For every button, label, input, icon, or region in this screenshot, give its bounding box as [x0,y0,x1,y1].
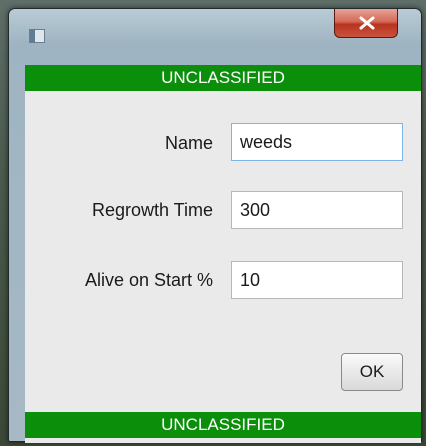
ok-button[interactable]: OK [341,353,403,391]
dialog-content: UNCLASSIFIED Name Regrowth Time Alive on… [25,65,421,443]
name-input[interactable] [231,123,403,161]
regrowth-time-input[interactable] [231,191,403,229]
dialog-window: UNCLASSIFIED Name Regrowth Time Alive on… [8,8,422,443]
regrowth-time-label: Regrowth Time [91,200,213,220]
close-button[interactable] [334,9,398,38]
alive-on-start-label: Alive on Start % [84,270,213,290]
classification-banner-bottom: UNCLASSIFIED [25,412,421,438]
alive-on-start-input[interactable] [231,261,403,299]
title-bar[interactable] [9,9,421,61]
name-label: Name [164,133,213,153]
close-x-icon [359,16,375,30]
classification-banner-top: UNCLASSIFIED [25,65,421,91]
app-window-icon [29,29,45,43]
